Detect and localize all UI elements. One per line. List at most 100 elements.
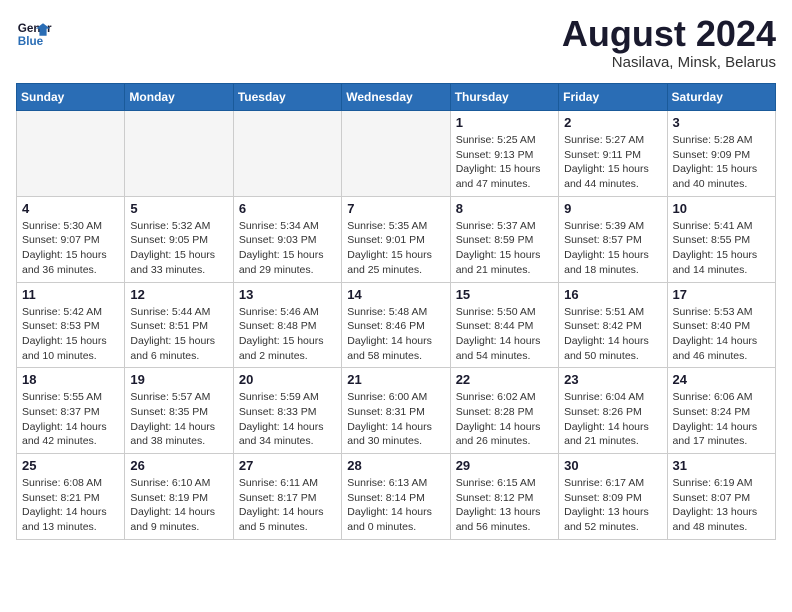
day-info: Sunrise: 6:04 AM Sunset: 8:26 PM Dayligh…	[564, 390, 661, 449]
day-info: Sunrise: 5:50 AM Sunset: 8:44 PM Dayligh…	[456, 305, 553, 364]
day-info: Sunrise: 5:27 AM Sunset: 9:11 PM Dayligh…	[564, 133, 661, 192]
calendar-cell: 6Sunrise: 5:34 AM Sunset: 9:03 PM Daylig…	[233, 196, 341, 282]
day-number: 30	[564, 458, 661, 473]
day-info: Sunrise: 5:30 AM Sunset: 9:07 PM Dayligh…	[22, 219, 119, 278]
calendar-cell: 17 Sunrise: 5:53 AM Sunset: 8:40 PM Dayli…	[667, 282, 775, 368]
calendar-cell: 29 Sunrise: 6:15 AM Sunset: 8:12 PM Dayli…	[450, 454, 558, 540]
day-info: Sunrise: 5:39 AM Sunset: 8:57 PM Dayligh…	[564, 219, 661, 278]
logo-icon: General Blue	[16, 16, 52, 52]
day-number: 13	[239, 287, 336, 302]
weekday-header-row: SundayMondayTuesdayWednesdayThursdayFrid…	[17, 84, 776, 111]
calendar-cell: 2 Sunrise: 5:27 AM Sunset: 9:11 PM Daylig…	[559, 111, 667, 197]
day-info: Sunrise: 5:35 AM Sunset: 9:01 PM Dayligh…	[347, 219, 444, 278]
day-info: Sunrise: 5:53 AM Sunset: 8:40 PM Dayligh…	[673, 305, 770, 364]
day-number: 11	[22, 287, 119, 302]
day-info: Sunrise: 6:15 AM Sunset: 8:12 PM Dayligh…	[456, 476, 553, 535]
day-number: 22	[456, 372, 553, 387]
day-number: 19	[130, 372, 227, 387]
day-number: 28	[347, 458, 444, 473]
calendar-cell: 13 Sunrise: 5:46 AM Sunset: 8:48 PM Dayli…	[233, 282, 341, 368]
day-info: Sunrise: 6:17 AM Sunset: 8:09 PM Dayligh…	[564, 476, 661, 535]
calendar-cell: 30 Sunrise: 6:17 AM Sunset: 8:09 PM Dayli…	[559, 454, 667, 540]
weekday-header-friday: Friday	[559, 84, 667, 111]
month-title: August 2024	[562, 16, 776, 52]
day-info: Sunrise: 5:28 AM Sunset: 9:09 PM Dayligh…	[673, 133, 770, 192]
day-info: Sunrise: 5:44 AM Sunset: 8:51 PM Dayligh…	[130, 305, 227, 364]
day-number: 2	[564, 115, 661, 130]
calendar-week-row: 11 Sunrise: 5:42 AM Sunset: 8:53 PM Dayli…	[17, 282, 776, 368]
calendar-cell: 12 Sunrise: 5:44 AM Sunset: 8:51 PM Dayli…	[125, 282, 233, 368]
day-number: 24	[673, 372, 770, 387]
calendar-cell: 28 Sunrise: 6:13 AM Sunset: 8:14 PM Dayli…	[342, 454, 450, 540]
weekday-header-saturday: Saturday	[667, 84, 775, 111]
day-number: 26	[130, 458, 227, 473]
calendar-cell: 10 Sunrise: 5:41 AM Sunset: 8:55 PM Dayli…	[667, 196, 775, 282]
day-info: Sunrise: 5:41 AM Sunset: 8:55 PM Dayligh…	[673, 219, 770, 278]
day-number: 15	[456, 287, 553, 302]
day-number: 23	[564, 372, 661, 387]
day-info: Sunrise: 6:02 AM Sunset: 8:28 PM Dayligh…	[456, 390, 553, 449]
calendar-cell: 18 Sunrise: 5:55 AM Sunset: 8:37 PM Dayli…	[17, 368, 125, 454]
day-number: 20	[239, 372, 336, 387]
calendar-cell: 24Sunrise: 6:06 AM Sunset: 8:24 PM Dayli…	[667, 368, 775, 454]
calendar-cell: 14 Sunrise: 5:48 AM Sunset: 8:46 PM Dayli…	[342, 282, 450, 368]
day-number: 10	[673, 201, 770, 216]
calendar-cell: 16Sunrise: 5:51 AM Sunset: 8:42 PM Dayli…	[559, 282, 667, 368]
day-info: Sunrise: 6:10 AM Sunset: 8:19 PM Dayligh…	[130, 476, 227, 535]
calendar-cell: 7 Sunrise: 5:35 AM Sunset: 9:01 PM Daylig…	[342, 196, 450, 282]
day-number: 21	[347, 372, 444, 387]
weekday-header-monday: Monday	[125, 84, 233, 111]
calendar-cell	[125, 111, 233, 197]
day-info: Sunrise: 6:19 AM Sunset: 8:07 PM Dayligh…	[673, 476, 770, 535]
calendar-cell: 9Sunrise: 5:39 AM Sunset: 8:57 PM Daylig…	[559, 196, 667, 282]
calendar-cell: 8Sunrise: 5:37 AM Sunset: 8:59 PM Daylig…	[450, 196, 558, 282]
day-number: 18	[22, 372, 119, 387]
calendar-week-row: 1Sunrise: 5:25 AM Sunset: 9:13 PM Daylig…	[17, 111, 776, 197]
title-block: August 2024 Nasilava, Minsk, Belarus	[562, 16, 776, 71]
calendar-cell: 25 Sunrise: 6:08 AM Sunset: 8:21 PM Dayli…	[17, 454, 125, 540]
day-number: 6	[239, 201, 336, 216]
calendar-cell	[17, 111, 125, 197]
day-info: Sunrise: 5:37 AM Sunset: 8:59 PM Dayligh…	[456, 219, 553, 278]
weekday-header-sunday: Sunday	[17, 84, 125, 111]
day-number: 5	[130, 201, 227, 216]
calendar-cell: 21 Sunrise: 6:00 AM Sunset: 8:31 PM Dayli…	[342, 368, 450, 454]
calendar-cell: 4Sunrise: 5:30 AM Sunset: 9:07 PM Daylig…	[17, 196, 125, 282]
day-info: Sunrise: 6:00 AM Sunset: 8:31 PM Dayligh…	[347, 390, 444, 449]
day-info: Sunrise: 5:46 AM Sunset: 8:48 PM Dayligh…	[239, 305, 336, 364]
calendar-cell: 23 Sunrise: 6:04 AM Sunset: 8:26 PM Dayli…	[559, 368, 667, 454]
day-number: 3	[673, 115, 770, 130]
day-number: 7	[347, 201, 444, 216]
calendar-cell: 11 Sunrise: 5:42 AM Sunset: 8:53 PM Dayli…	[17, 282, 125, 368]
day-info: Sunrise: 6:08 AM Sunset: 8:21 PM Dayligh…	[22, 476, 119, 535]
calendar-cell: 27Sunrise: 6:11 AM Sunset: 8:17 PM Dayli…	[233, 454, 341, 540]
day-info: Sunrise: 5:57 AM Sunset: 8:35 PM Dayligh…	[130, 390, 227, 449]
day-info: Sunrise: 5:59 AM Sunset: 8:33 PM Dayligh…	[239, 390, 336, 449]
location: Nasilava, Minsk, Belarus	[562, 54, 776, 71]
calendar-cell: 22 Sunrise: 6:02 AM Sunset: 8:28 PM Dayli…	[450, 368, 558, 454]
calendar-cell: 31 Sunrise: 6:19 AM Sunset: 8:07 PM Dayli…	[667, 454, 775, 540]
day-number: 31	[673, 458, 770, 473]
day-info: Sunrise: 5:55 AM Sunset: 8:37 PM Dayligh…	[22, 390, 119, 449]
day-number: 12	[130, 287, 227, 302]
day-info: Sunrise: 6:11 AM Sunset: 8:17 PM Dayligh…	[239, 476, 336, 535]
calendar-cell	[233, 111, 341, 197]
day-info: Sunrise: 5:25 AM Sunset: 9:13 PM Dayligh…	[456, 133, 553, 192]
day-number: 14	[347, 287, 444, 302]
calendar-cell: 20 Sunrise: 5:59 AM Sunset: 8:33 PM Dayli…	[233, 368, 341, 454]
day-number: 17	[673, 287, 770, 302]
day-number: 29	[456, 458, 553, 473]
day-info: Sunrise: 5:48 AM Sunset: 8:46 PM Dayligh…	[347, 305, 444, 364]
weekday-header-tuesday: Tuesday	[233, 84, 341, 111]
day-number: 25	[22, 458, 119, 473]
weekday-header-wednesday: Wednesday	[342, 84, 450, 111]
calendar-week-row: 18 Sunrise: 5:55 AM Sunset: 8:37 PM Dayli…	[17, 368, 776, 454]
weekday-header-thursday: Thursday	[450, 84, 558, 111]
day-info: Sunrise: 6:13 AM Sunset: 8:14 PM Dayligh…	[347, 476, 444, 535]
day-info: Sunrise: 5:42 AM Sunset: 8:53 PM Dayligh…	[22, 305, 119, 364]
calendar-week-row: 4Sunrise: 5:30 AM Sunset: 9:07 PM Daylig…	[17, 196, 776, 282]
svg-text:Blue: Blue	[18, 35, 44, 48]
calendar-cell: 15 Sunrise: 5:50 AM Sunset: 8:44 PM Dayli…	[450, 282, 558, 368]
page-header: General Blue August 2024 Nasilava, Minsk…	[16, 16, 776, 71]
svg-text:General: General	[18, 22, 52, 35]
